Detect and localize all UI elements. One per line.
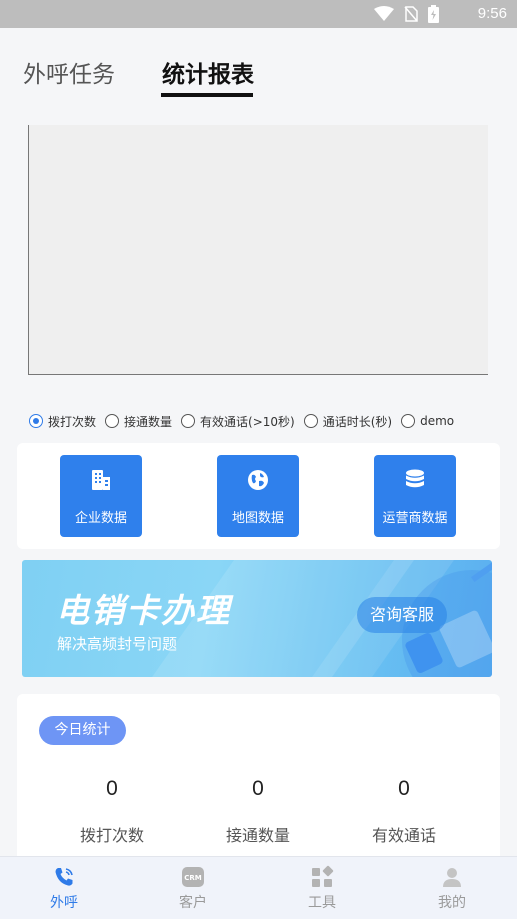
today-stats-badge: 今日统计 [39, 716, 126, 745]
radio-connected-count[interactable]: 接通数量 [105, 413, 172, 430]
radio-call-duration[interactable]: 通话时长(秒) [303, 413, 393, 430]
svg-text:CRM: CRM [184, 874, 202, 882]
stat-label: 有效通话 [371, 826, 436, 845]
stat-label: 接通数量 [225, 826, 290, 845]
stat-label: 拨打次数 [79, 826, 144, 845]
crm-icon: CRM [182, 867, 204, 887]
status-bar: 9:56 [0, 0, 517, 28]
map-data-label: 地图数据 [231, 511, 284, 526]
radio-label: 拨打次数 [48, 414, 97, 429]
radio-dot [29, 414, 43, 428]
metric-radio-group: 拨打次数 接通数量 有效通话(>10秒) 通话时长(秒) demo [29, 410, 499, 432]
no-sim-icon [404, 6, 418, 22]
user-icon [443, 868, 461, 887]
globe-icon [248, 470, 268, 490]
tab-outbound-tasks[interactable]: 外呼任务 [23, 55, 115, 89]
status-time: 9:56 [477, 5, 507, 22]
radio-dot [181, 414, 196, 428]
top-tabs: 外呼任务 统计报表 [0, 28, 517, 104]
today-stats-card: 今日统计 0 拨打次数 0 接通数量 0 有效通话 [17, 694, 500, 864]
battery-icon [428, 5, 439, 23]
radio-effective-calls[interactable]: 有效通话(>10秒) [181, 413, 295, 430]
stat-value: 0 [252, 777, 264, 800]
radio-dial-count[interactable]: 拨打次数 [29, 413, 96, 430]
nav-item-mine[interactable]: 我的 [412, 865, 492, 912]
radio-dot [401, 414, 416, 428]
radio-label: 接通数量 [124, 414, 173, 429]
nav-label: 工具 [308, 895, 336, 911]
stat-value: 0 [398, 777, 410, 800]
enterprise-data-button[interactable]: 企业数据 [60, 455, 142, 537]
wifi-icon [374, 6, 394, 21]
data-shortcuts-card: 企业数据 地图数据 运营商数据 [17, 443, 500, 549]
tools-icon [312, 865, 334, 887]
consult-service-button[interactable]: 咨询客服 [357, 597, 447, 633]
stat-effective-calls: 0 有效通话 [344, 777, 464, 846]
chart-area [28, 125, 488, 375]
nav-item-outbound[interactable]: 外呼 [24, 865, 104, 912]
radio-label: demo [420, 414, 455, 428]
bottom-nav: 外呼 CRM 客户 工具 我的 [0, 856, 517, 919]
radio-label: 通话时长(秒) [322, 414, 393, 429]
phone-icon [55, 868, 73, 886]
stat-connected-count: 0 接通数量 [198, 777, 318, 846]
banner-title: 电销卡办理 [56, 591, 231, 630]
status-icons [374, 5, 439, 23]
carrier-data-button[interactable]: 运营商数据 [374, 455, 456, 537]
carrier-data-label: 运营商数据 [382, 511, 448, 526]
radio-dot [105, 414, 120, 428]
nav-label: 客户 [179, 895, 207, 911]
stat-value: 0 [106, 777, 118, 800]
enterprise-data-label: 企业数据 [74, 511, 127, 526]
promo-banner[interactable]: 电销卡办理 解决高频封号问题 咨询客服 [22, 560, 492, 677]
active-tab-indicator [161, 93, 253, 97]
tab-statistics-report[interactable]: 统计报表 [162, 55, 254, 89]
radio-label: 有效通话(>10秒) [200, 414, 295, 429]
radio-demo[interactable]: demo [401, 414, 454, 428]
nav-item-customers[interactable]: CRM 客户 [153, 865, 233, 912]
radio-dot [303, 414, 318, 428]
database-icon [406, 469, 424, 488]
nav-label: 外呼 [50, 895, 78, 911]
nav-label: 我的 [438, 895, 466, 911]
nav-item-tools[interactable]: 工具 [282, 865, 362, 912]
map-data-button[interactable]: 地图数据 [217, 455, 299, 537]
stat-dial-count: 0 拨打次数 [52, 777, 172, 846]
building-icon [92, 470, 110, 490]
banner-subtitle: 解决高频封号问题 [57, 635, 178, 653]
